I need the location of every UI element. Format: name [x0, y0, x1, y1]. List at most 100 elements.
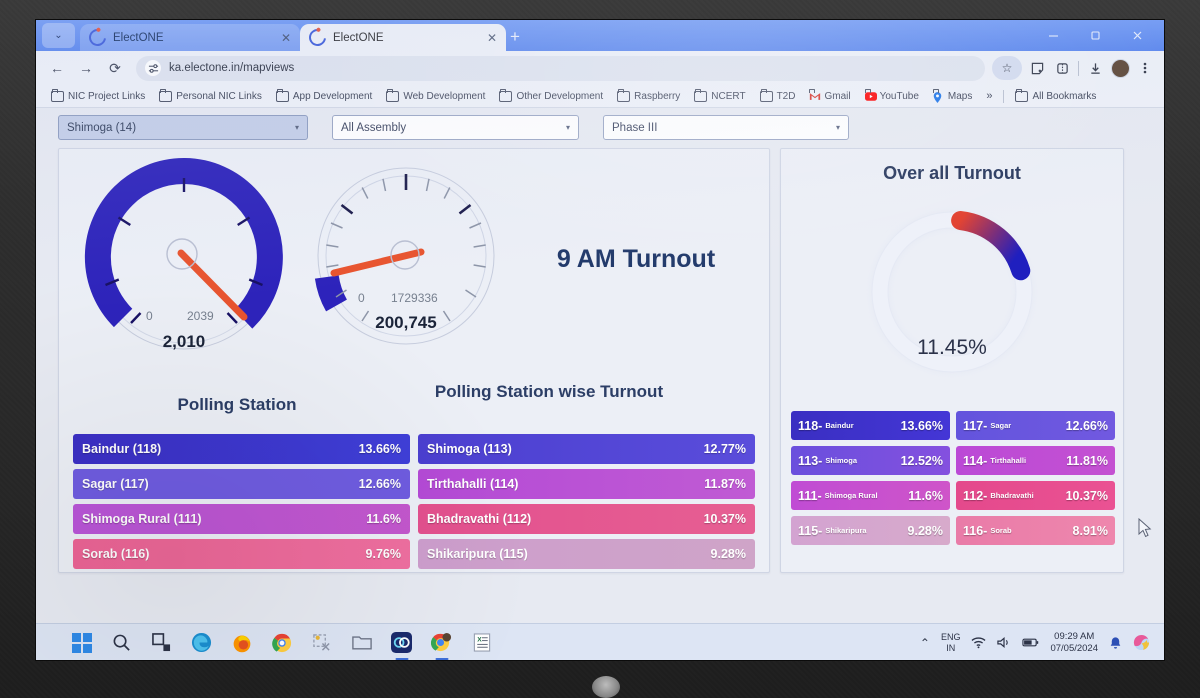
browser-tab-2[interactable]: ElectONE ✕ — [300, 24, 506, 51]
bookmark-youtube[interactable]: YouTube — [858, 88, 926, 102]
electone-favicon-icon — [305, 25, 330, 50]
browser-tab-1-title: ElectONE — [113, 31, 164, 44]
table-row[interactable]: Sagar (117) 12.66% — [73, 469, 410, 499]
bookmark-app-development[interactable]: App Development — [269, 88, 380, 102]
assembly-tile[interactable]: 113- Shimoga 12.52% — [791, 446, 950, 475]
table-row[interactable]: Tirthahalli (114) 11.87% — [418, 469, 755, 499]
chevron-down-icon: ▾ — [294, 123, 299, 132]
browser-tab-2-title: ElectONE — [333, 31, 384, 44]
bookmark-label: Personal NIC Links — [176, 90, 262, 102]
wifi-icon[interactable] — [971, 636, 986, 649]
bookmark-label: Maps — [947, 90, 973, 102]
row-percent: 13.66% — [358, 442, 401, 456]
bookmark-personal-nic-links[interactable]: Personal NIC Links — [152, 88, 269, 102]
copilot-icon[interactable] — [1133, 634, 1150, 651]
address-bar[interactable]: ka.electone.in/mapviews — [136, 55, 985, 81]
snipping-tool-icon[interactable] — [308, 629, 335, 656]
assembly-tile[interactable]: 111- Shimoga Rural 11.6% — [791, 481, 950, 510]
table-row[interactable]: Shimoga Rural (111) 11.6% — [73, 504, 410, 534]
bookmark-star-icon[interactable]: ☆ — [992, 56, 1022, 80]
browser-tab-2-close-icon[interactable]: ✕ — [487, 31, 497, 45]
voters-gauge: 0 1729336 200,745 — [301, 161, 511, 356]
assembly-tile[interactable]: 115- Shikaripura 9.28% — [791, 516, 950, 545]
all-bookmarks-button[interactable]: All Bookmarks — [1008, 88, 1103, 102]
teams-icon[interactable] — [388, 629, 415, 656]
electone-favicon-icon — [85, 25, 110, 50]
reload-button[interactable]: ⟳ — [101, 54, 129, 82]
bookmark-web-development[interactable]: Web Development — [379, 88, 492, 102]
youtube-icon — [864, 88, 877, 101]
minimize-icon[interactable] — [1032, 20, 1074, 51]
more-menu-icon[interactable] — [1133, 56, 1157, 80]
volume-icon[interactable] — [997, 636, 1011, 649]
profile-avatar[interactable] — [1108, 56, 1132, 80]
bookmark-maps[interactable]: Maps — [926, 88, 979, 103]
language-indicator[interactable]: ENG IN — [941, 632, 961, 654]
browser-tab-1-close-icon[interactable]: ✕ — [281, 31, 291, 45]
bookmarks-divider — [1003, 89, 1005, 103]
row-name: Bhadravathi (112) — [427, 512, 532, 526]
browser-tab-1[interactable]: ElectONE ✕ — [80, 24, 300, 51]
chrome-profile-icon[interactable] — [428, 629, 455, 656]
phase-select-value: Phase III — [612, 121, 658, 134]
maximize-icon[interactable] — [1074, 20, 1116, 51]
tile-percent: 9.28% — [907, 523, 943, 538]
table-row[interactable]: Sorab (116) 9.76% — [73, 539, 410, 569]
edge-icon[interactable] — [188, 629, 215, 656]
assembly-tile[interactable]: 117- Sagar 12.66% — [956, 411, 1115, 440]
bookmark-t2d[interactable]: T2D — [753, 88, 803, 102]
table-row[interactable]: Shikaripura (115) 9.28% — [418, 539, 755, 569]
tab-search-chevron-icon[interactable]: ⌄ — [42, 23, 75, 48]
maps-pin-icon — [932, 88, 944, 103]
start-button[interactable] — [68, 629, 95, 656]
table-row[interactable]: Baindur (118) 13.66% — [73, 434, 410, 464]
forward-button[interactable]: → — [72, 54, 100, 82]
assembly-tile[interactable]: 112- Bhadravathi 10.37% — [956, 481, 1115, 510]
search-icon[interactable] — [108, 629, 135, 656]
tile-name: Shimoga Rural — [824, 491, 878, 500]
tile-ac-number: 116- — [963, 523, 988, 538]
excel-icon[interactable]: X — [468, 629, 495, 656]
firefox-icon[interactable] — [228, 629, 255, 656]
assembly-select[interactable]: All Assembly ▾ — [332, 115, 579, 140]
bell-icon[interactable] — [1109, 636, 1122, 650]
bookmark-nic-project-links[interactable]: NIC Project Links — [44, 88, 152, 102]
battery-icon[interactable] — [1022, 637, 1039, 648]
close-icon[interactable] — [1116, 20, 1158, 51]
assembly-select-value: All Assembly — [341, 121, 407, 134]
split-screen-icon[interactable] — [1050, 56, 1074, 80]
file-explorer-icon[interactable] — [348, 629, 375, 656]
folder-icon — [51, 88, 64, 102]
page-settings-icon[interactable] — [145, 60, 161, 76]
bookmark-ncert[interactable]: NCERT — [687, 88, 752, 102]
tile-name: Shikaripura — [825, 526, 867, 535]
language-bottom: IN — [946, 642, 956, 653]
table-row[interactable]: Shimoga (113) 12.77% — [418, 434, 755, 464]
phase-select[interactable]: Phase III ▾ — [603, 115, 849, 140]
assembly-tile[interactable]: 114- Tirthahalli 11.81% — [956, 446, 1115, 475]
clock[interactable]: 09:29 AM 07/05/2024 — [1050, 631, 1098, 655]
chrome-icon[interactable] — [268, 629, 295, 656]
extension-icon[interactable] — [1025, 56, 1049, 80]
folder-icon — [617, 88, 631, 102]
bookmark-other-development[interactable]: Other Development — [492, 88, 610, 102]
gauge-min-label: 0 — [358, 291, 365, 305]
new-tab-button[interactable]: + — [510, 28, 520, 45]
tray-overflow-icon[interactable]: ⌃ — [920, 636, 930, 650]
table-row[interactable]: Bhadravathi (112) 10.37% — [418, 504, 755, 534]
chevron-down-icon: ▾ — [565, 123, 570, 132]
task-view-icon[interactable] — [148, 629, 175, 656]
assembly-tile[interactable]: 116- Sorab 8.91% — [956, 516, 1115, 545]
download-icon[interactable] — [1083, 56, 1107, 80]
district-select[interactable]: Shimoga (14) ▾ — [58, 115, 308, 140]
assembly-tile[interactable]: 118- Baindur 13.66% — [791, 411, 950, 440]
bookmark-raspberry[interactable]: Raspberry — [610, 88, 687, 102]
taskbar-apps: X — [68, 629, 495, 656]
row-name: Tirthahalli (114) — [427, 477, 519, 491]
back-button[interactable]: ← — [43, 54, 71, 82]
tile-name: Tirthahalli — [990, 456, 1027, 465]
screen: ⌄ ElectONE ✕ ElectONE ✕ + ← → ⟳ ka.elect… — [36, 20, 1164, 660]
bookmarks-overflow-icon[interactable]: » — [979, 90, 999, 102]
bookmark-gmail[interactable]: Gmail — [802, 88, 857, 102]
tile-ac-number: 117- — [963, 418, 988, 433]
